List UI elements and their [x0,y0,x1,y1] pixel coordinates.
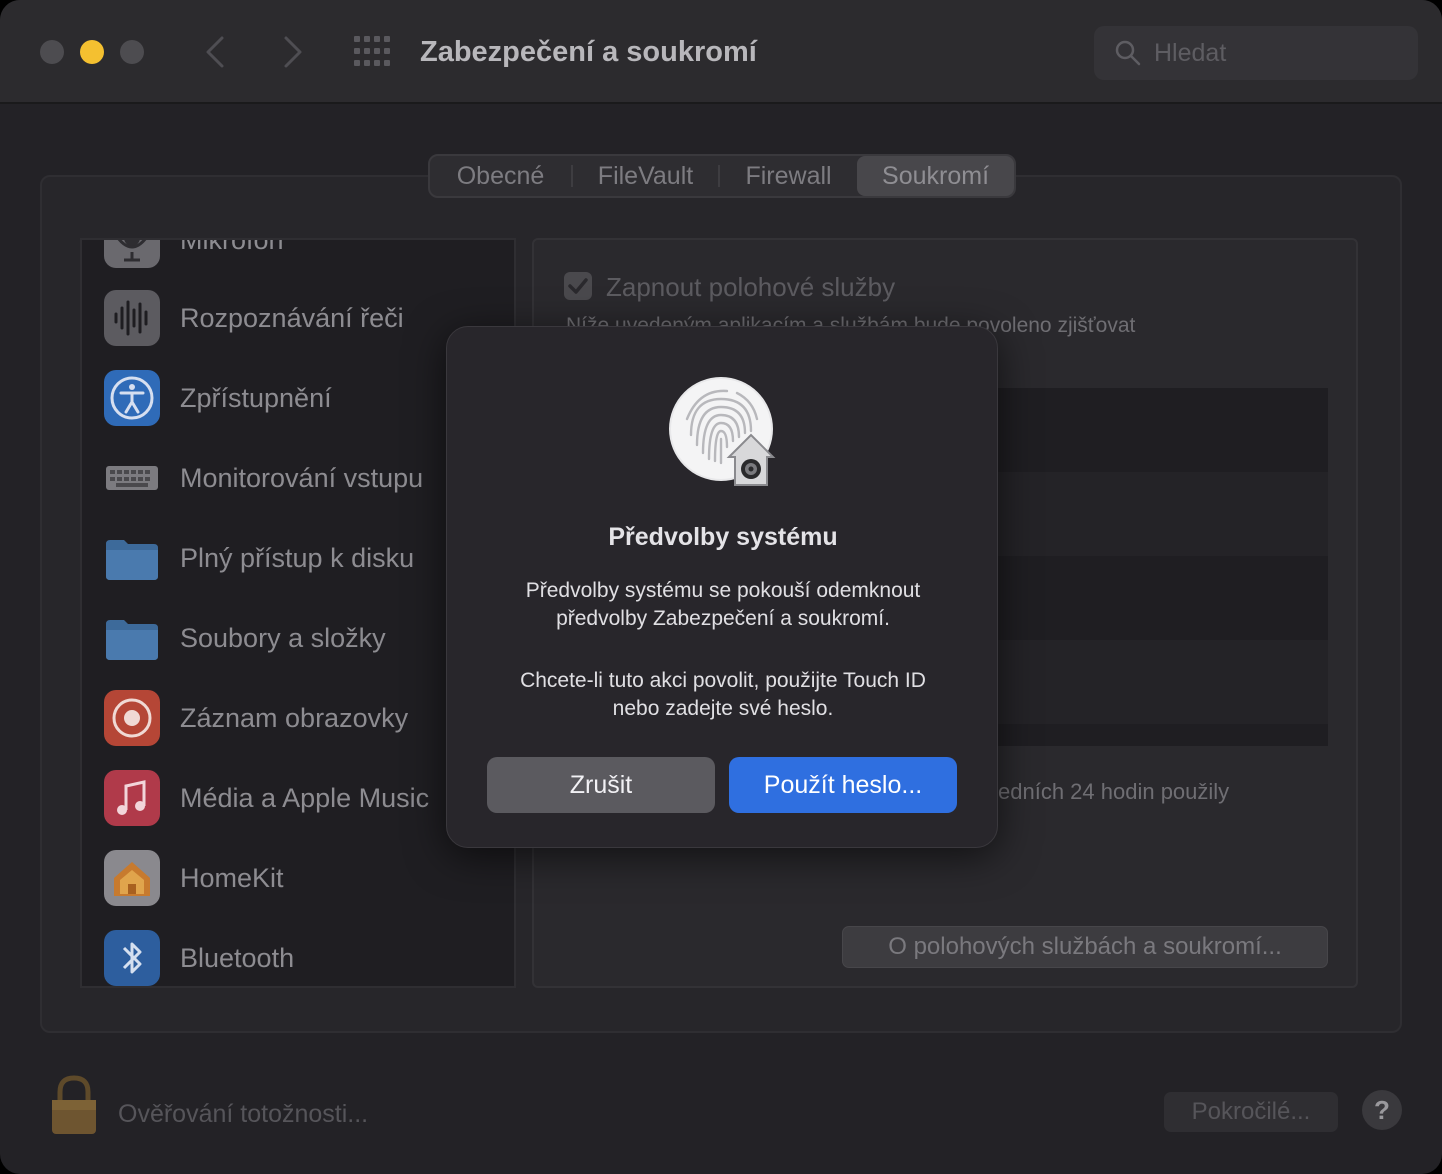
sidebar-item-label: Mikrofon [180,238,284,255]
bluetooth-icon [104,930,160,986]
sidebar-item-label: Rozpoznávání řeči [180,303,404,333]
lock-icon[interactable] [48,1074,100,1136]
window-title: Zabezpečení a soukromí [420,36,757,68]
sidebar-item-label: HomeKit [180,863,284,893]
sidebar-item-label: Monitorování vstupu [180,463,424,493]
search-icon [1115,40,1141,66]
dialog-message: Předvolby systému se pokouší odemknout p… [477,577,969,633]
enable-location-label: Zapnout polohové služby [606,272,896,302]
dialog-title: Předvolby systému [608,523,838,551]
use-password-button[interactable]: Použít heslo... [729,757,957,813]
tab-firewall[interactable]: Firewall [720,156,857,196]
sidebar-item-label: Zpřístupnění [180,383,332,413]
authenticating-status: Ověřování totožnosti... [118,1100,369,1128]
dialog-message-line: Předvolby systému se pokouší odemknout [525,579,921,602]
minimize-window-button[interactable] [80,40,104,64]
dialog-message-line: Chcete-li tuto akci povolit, použijte To… [520,669,926,692]
advanced-button[interactable]: Pokročilé... [1164,1092,1338,1132]
sidebar-item-bluetooth[interactable]: Bluetooth [82,918,514,986]
authentication-dialog: Předvolby systému Předvolby systému se p… [446,326,998,848]
chevron-left-icon [206,36,224,68]
sidebar-item-label: Bluetooth [180,943,295,973]
recent-use-note: edních 24 hodin použily [998,779,1230,804]
dialog-message-line: nebo zadejte své heslo. [612,697,834,720]
sidebar-item-homekit[interactable]: HomeKit [82,838,514,918]
back-button[interactable] [196,30,236,74]
screen-record-icon [104,690,160,746]
dialog-message-line: předvolby Zabezpečení a soukromí. [556,607,890,630]
home-icon [104,850,160,906]
accessibility-icon [104,370,160,426]
system-preferences-window: Zabezpečení a soukromí Obecné FileVault … [0,0,1442,1174]
about-location-privacy-button[interactable]: O polohových službách a soukromí... [842,926,1328,968]
folder-icon [106,620,158,660]
tab-privacy[interactable]: Soukromí [857,156,1014,196]
chevron-right-icon [284,36,302,68]
sidebar-item-label: Soubory a složky [180,623,386,653]
sidebar-item-label: Plný přístup k disku [180,543,415,573]
touch-id-lock-icon [669,377,776,486]
speech-waveform-icon [104,290,160,346]
tab-filevault[interactable]: FileVault [573,156,718,196]
sidebar-item-label: Záznam obrazovky [180,703,409,733]
microphone-icon [104,240,160,268]
checkmark-icon [568,278,588,294]
folder-icon [106,540,158,580]
zoom-window-button[interactable] [120,40,144,64]
show-all-button[interactable] [352,34,392,70]
search-field[interactable] [1094,26,1418,80]
sidebar-item-label: Média a Apple Music [180,783,430,813]
sidebar-item-microphone[interactable]: Mikrofon [82,238,514,280]
keyboard-icon [106,466,158,490]
enable-location-checkbox[interactable] [564,272,592,300]
music-note-icon [104,770,160,826]
title-bar: Zabezpečení a soukromí [0,0,1442,104]
forward-button[interactable] [272,30,312,74]
close-window-button[interactable] [40,40,64,64]
dialog-instruction: Chcete-li tuto akci povolit, použijte To… [477,667,969,723]
cancel-button[interactable]: Zrušit [487,757,715,813]
tab-general[interactable]: Obecné [430,156,571,196]
search-input[interactable] [1154,34,1404,72]
help-button[interactable]: ? [1362,1090,1402,1130]
grid-icon [354,36,390,66]
tab-bar: Obecné FileVault Firewall Soukromí [428,154,1016,198]
